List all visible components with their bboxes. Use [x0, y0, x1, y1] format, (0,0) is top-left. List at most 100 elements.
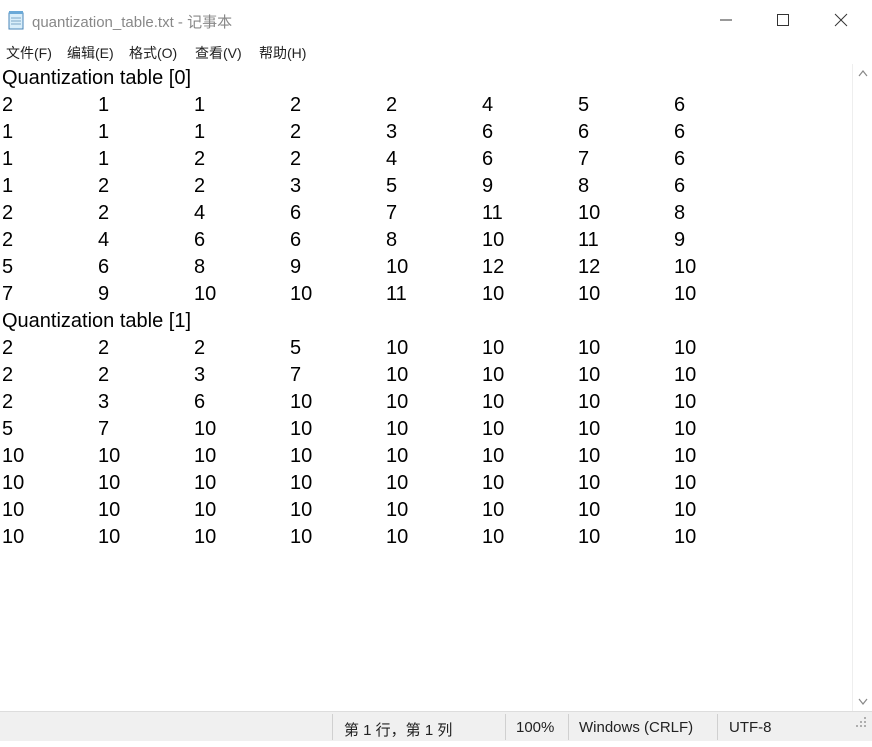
table-cell: 10 [386, 526, 409, 548]
table-cell: 10 [578, 526, 601, 548]
table-cell: 2 [290, 121, 302, 143]
menu-format[interactable]: 格式(O) [129, 43, 177, 63]
table-cell: 10 [578, 391, 601, 413]
table-cell: 3 [386, 121, 398, 143]
table-cell: 7 [98, 418, 110, 440]
table-cell: 2 [98, 175, 110, 197]
table-cell: 10 [290, 391, 313, 413]
table-cell: 10 [290, 418, 313, 440]
close-icon [834, 13, 848, 27]
maximize-button[interactable] [754, 0, 812, 40]
table-cell: 7 [578, 148, 590, 170]
table-cell: 2 [386, 94, 398, 116]
table-cell: 6 [194, 229, 206, 251]
encoding: UTF-8 [729, 719, 772, 736]
window-title: quantization_table.txt - 记事本 [32, 14, 233, 31]
table-cell: 2 [2, 337, 14, 359]
table-cell: 10 [482, 364, 505, 386]
table-cell: 10 [290, 445, 313, 467]
table-cell: 10 [194, 526, 217, 548]
table-cell: 11 [386, 283, 407, 305]
minimize-button[interactable] [697, 0, 755, 40]
status-divider [332, 714, 333, 740]
table-cell: 10 [578, 418, 601, 440]
close-button[interactable] [812, 0, 870, 40]
table-cell: 6 [98, 256, 110, 278]
table-cell: 10 [386, 418, 409, 440]
notepad-icon [8, 10, 24, 30]
table-cell: 3 [194, 364, 206, 386]
table-cell: 8 [674, 202, 686, 224]
table-cell: 10 [98, 445, 121, 467]
table-cell: 10 [194, 418, 217, 440]
table-cell: 3 [98, 391, 110, 413]
title-bar[interactable]: quantization_table.txt - 记事本 [0, 0, 872, 40]
table-cell: 10 [2, 445, 25, 467]
table-cell: 10 [482, 472, 505, 494]
resize-grip-icon[interactable] [855, 716, 867, 728]
table-cell: 3 [290, 175, 302, 197]
table-cell: 1 [98, 121, 110, 143]
table-cell: 10 [194, 445, 217, 467]
menu-help[interactable]: 帮助(H) [259, 43, 306, 63]
table-cell: 6 [290, 229, 302, 251]
table-cell: 2 [98, 364, 110, 386]
table-cell: 10 [482, 499, 505, 521]
table-cell: 10 [674, 472, 697, 494]
table-cell: 4 [194, 202, 206, 224]
table-cell: 1 [98, 148, 110, 170]
table-cell: 10 [482, 418, 505, 440]
line-ending: Windows (CRLF) [579, 719, 694, 736]
table-cell: 1 [194, 121, 206, 143]
chevron-up-icon[interactable] [858, 70, 868, 77]
status-bar: 第 1 行，第 1 列 100% Windows (CRLF) UTF-8 [0, 711, 872, 742]
table-cell: 10 [386, 364, 409, 386]
table-cell: 4 [386, 148, 398, 170]
table-cell: 1 [2, 175, 14, 197]
table-cell: 5 [290, 337, 302, 359]
table-cell: 6 [674, 121, 686, 143]
table-cell: 11 [482, 202, 503, 224]
table-cell: 10 [482, 283, 505, 305]
maximize-icon [777, 14, 789, 26]
table-cell: 2 [2, 391, 14, 413]
minimize-icon [720, 19, 732, 21]
table-cell: 9 [674, 229, 686, 251]
table-cell: 10 [386, 391, 409, 413]
table-cell: 10 [98, 499, 121, 521]
table-cell: 10 [98, 472, 121, 494]
table-cell: 10 [674, 283, 697, 305]
table-cell: 1 [2, 121, 14, 143]
table-cell: 10 [578, 472, 601, 494]
menu-file[interactable]: 文件(F) [6, 43, 52, 63]
table-cell: 10 [674, 256, 697, 278]
table-cell: 4 [98, 229, 110, 251]
menu-edit[interactable]: 编辑(E) [67, 43, 114, 63]
table-cell: 6 [578, 121, 590, 143]
table-cell: 9 [482, 175, 494, 197]
table-cell: 2 [2, 94, 14, 116]
menu-view[interactable]: 查看(V) [195, 43, 242, 63]
table-cell: 7 [386, 202, 398, 224]
table-cell: 5 [2, 256, 14, 278]
table-cell: 8 [386, 229, 398, 251]
table-cell: 6 [194, 391, 206, 413]
table-cell: 6 [674, 94, 686, 116]
table-cell: 8 [194, 256, 206, 278]
table-cell: 2 [194, 175, 206, 197]
table-cell: 10 [674, 364, 697, 386]
table-cell: 10 [674, 445, 697, 467]
chevron-down-icon[interactable] [858, 698, 868, 705]
table-cell: 10 [482, 337, 505, 359]
table-cell: 5 [386, 175, 398, 197]
table-cell: 2 [98, 202, 110, 224]
text-editor-area[interactable]: Quantization table [0] 2 1 1 2 2 4 5 6 1 1 1 2 3 6 6 6 1 1… [0, 64, 852, 711]
table-cell: 2 [194, 148, 206, 170]
table-cell: 6 [482, 148, 494, 170]
table-heading: Quantization table [0] [2, 67, 192, 89]
table-cell: 10 [290, 283, 313, 305]
vertical-scrollbar[interactable] [852, 64, 872, 711]
table-cell: 10 [386, 445, 409, 467]
table-heading: Quantization table [1] [2, 310, 192, 332]
menu-bar: 文件(F) 编辑(E) 格式(O) 查看(V) 帮助(H) [0, 40, 872, 64]
